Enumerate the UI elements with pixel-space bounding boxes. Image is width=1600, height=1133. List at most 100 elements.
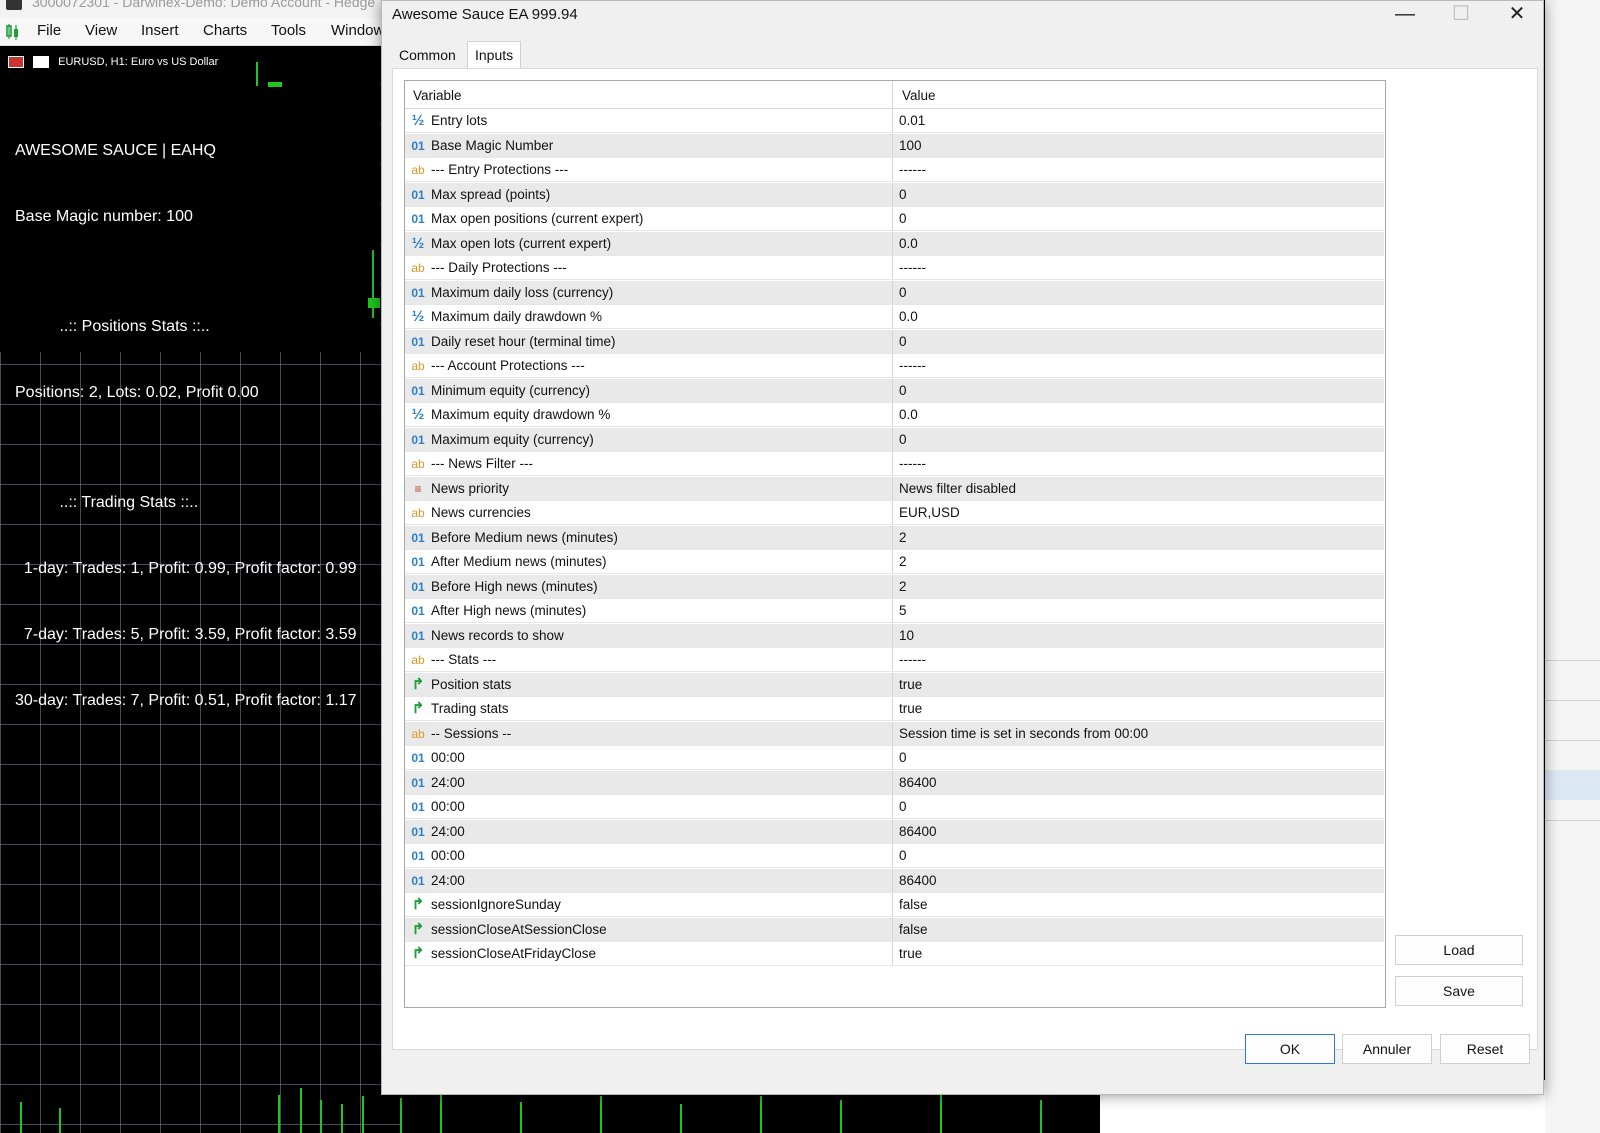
variable-cell[interactable]: ab --- Account Protections --- xyxy=(405,354,893,377)
value-cell[interactable]: 0 xyxy=(894,330,1384,353)
value-cell[interactable]: 0 xyxy=(894,281,1384,304)
variable-cell[interactable]: 01 Max open positions (current expert) xyxy=(405,207,893,230)
dialog-titlebar[interactable]: Awesome Sauce EA 999.94 — ☐ ✕ xyxy=(382,1,1543,31)
value-cell[interactable]: 0.0 xyxy=(894,403,1384,426)
ok-button[interactable]: OK xyxy=(1245,1034,1335,1064)
variable-cell[interactable]: 01 Minimum equity (currency) xyxy=(405,378,893,402)
column-header-value[interactable]: Value xyxy=(902,88,936,103)
variable-cell[interactable]: ↱ sessionIgnoreSunday xyxy=(405,893,893,916)
value-cell[interactable]: News filter disabled xyxy=(894,477,1384,500)
table-row[interactable]: ↱ sessionCloseAtFridayClose true xyxy=(405,942,1384,966)
variable-cell[interactable]: 01 Maximum equity (currency) xyxy=(405,427,893,451)
menu-view[interactable]: View xyxy=(85,22,117,39)
value-cell[interactable]: 0 xyxy=(894,183,1384,206)
variable-cell[interactable]: ab -- Sessions -- xyxy=(405,721,893,745)
variable-cell[interactable]: ab --- News Filter --- xyxy=(405,452,893,475)
value-cell[interactable]: 5 xyxy=(894,599,1384,622)
column-header-variable[interactable]: Variable xyxy=(413,88,462,103)
table-row[interactable]: ab News currencies EUR,USD xyxy=(405,501,1384,525)
variable-cell[interactable]: ab --- Entry Protections --- xyxy=(405,158,893,181)
value-cell[interactable]: Session time is set in seconds from 00:0… xyxy=(894,722,1384,745)
value-cell[interactable]: true xyxy=(894,942,1384,965)
value-cell[interactable]: 0.0 xyxy=(894,232,1384,255)
table-row[interactable]: 01 Before Medium news (minutes) 2 xyxy=(405,525,1384,550)
reset-button[interactable]: Reset xyxy=(1440,1034,1530,1064)
value-cell[interactable]: 0 xyxy=(894,207,1384,230)
value-cell[interactable]: false xyxy=(894,918,1384,941)
table-row[interactable]: ab -- Sessions -- Session time is set in … xyxy=(405,721,1384,746)
table-row[interactable]: 01 24:00 86400 xyxy=(405,868,1384,893)
table-row[interactable]: 01 After Medium news (minutes) 2 xyxy=(405,550,1384,574)
variable-cell[interactable]: 01 After High news (minutes) xyxy=(405,599,893,622)
tab-common[interactable]: Common xyxy=(392,42,463,68)
variable-cell[interactable]: ½ Maximum daily drawdown % xyxy=(405,305,893,328)
value-cell[interactable]: 86400 xyxy=(894,869,1384,892)
value-cell[interactable]: 2 xyxy=(894,550,1384,573)
value-cell[interactable]: ------ xyxy=(894,256,1384,279)
load-button[interactable]: Load xyxy=(1395,935,1523,965)
table-row[interactable]: 01 Max spread (points) 0 xyxy=(405,182,1384,207)
table-row[interactable]: 01 24:00 86400 xyxy=(405,819,1384,844)
table-row[interactable]: ≡ News priority News filter disabled xyxy=(405,476,1384,501)
table-row[interactable]: ½ Maximum equity drawdown % 0.0 xyxy=(405,403,1384,427)
value-cell[interactable]: 0 xyxy=(894,379,1384,402)
table-row[interactable]: 01 Maximum daily loss (currency) 0 xyxy=(405,280,1384,305)
variable-cell[interactable]: 01 Maximum daily loss (currency) xyxy=(405,280,893,304)
menu-file[interactable]: File xyxy=(37,22,61,39)
variable-cell[interactable]: ab --- Stats --- xyxy=(405,648,893,671)
menu-window[interactable]: Window xyxy=(331,22,384,39)
value-cell[interactable]: ------ xyxy=(894,158,1384,181)
table-row[interactable]: 01 Minimum equity (currency) 0 xyxy=(405,378,1384,403)
variable-cell[interactable]: ab --- Daily Protections --- xyxy=(405,256,893,279)
cancel-button[interactable]: Annuler xyxy=(1342,1034,1432,1064)
save-button[interactable]: Save xyxy=(1395,976,1523,1006)
menu-charts[interactable]: Charts xyxy=(203,22,247,39)
variable-cell[interactable]: 01 24:00 xyxy=(405,770,893,794)
variable-cell[interactable]: ab News currencies xyxy=(405,501,893,524)
menu-insert[interactable]: Insert xyxy=(141,22,179,39)
table-row[interactable]: 01 Daily reset hour (terminal time) 0 xyxy=(405,329,1384,354)
table-row[interactable]: ab --- News Filter --- ------ xyxy=(405,452,1384,476)
variable-cell[interactable]: ↱ sessionCloseAtSessionClose xyxy=(405,917,893,941)
table-row[interactable]: 01 Max open positions (current expert) 0 xyxy=(405,207,1384,231)
table-row[interactable]: ½ Maximum daily drawdown % 0.0 xyxy=(405,305,1384,329)
table-row[interactable]: ab --- Daily Protections --- ------ xyxy=(405,256,1384,280)
variable-cell[interactable]: ½ Max open lots (current expert) xyxy=(405,231,893,255)
variable-cell[interactable]: 01 24:00 xyxy=(405,819,893,843)
value-cell[interactable]: 0 xyxy=(894,844,1384,867)
table-row[interactable]: 01 00:00 0 xyxy=(405,795,1384,819)
variable-cell[interactable]: 01 00:00 xyxy=(405,844,893,867)
value-cell[interactable]: 0.01 xyxy=(894,109,1384,132)
variable-cell[interactable]: 01 Before Medium news (minutes) xyxy=(405,525,893,549)
value-cell[interactable]: 2 xyxy=(894,526,1384,549)
table-row[interactable]: ↱ Position stats true xyxy=(405,672,1384,697)
variable-cell[interactable]: ↱ sessionCloseAtFridayClose xyxy=(405,942,893,965)
maximize-button[interactable]: ☐ xyxy=(1438,1,1484,29)
variable-cell[interactable]: ≡ News priority xyxy=(405,476,893,500)
value-cell[interactable]: 0.0 xyxy=(894,305,1384,328)
table-row[interactable]: ½ Max open lots (current expert) 0.0 xyxy=(405,231,1384,256)
table-row[interactable]: 01 Before High news (minutes) 2 xyxy=(405,574,1384,599)
variable-cell[interactable]: ↱ Trading stats xyxy=(405,697,893,720)
variable-cell[interactable]: ½ Maximum equity drawdown % xyxy=(405,403,893,426)
value-cell[interactable]: 86400 xyxy=(894,820,1384,843)
value-cell[interactable]: 10 xyxy=(894,624,1384,647)
chart-toolbar-icon[interactable] xyxy=(4,23,22,41)
table-row[interactable]: ↱ sessionIgnoreSunday false xyxy=(405,893,1384,917)
value-cell[interactable]: ------ xyxy=(894,354,1384,377)
table-row[interactable]: 01 24:00 86400 xyxy=(405,770,1384,795)
value-cell[interactable]: ------ xyxy=(894,648,1384,671)
table-row[interactable]: ↱ sessionCloseAtSessionClose false xyxy=(405,917,1384,942)
table-row[interactable]: ab --- Entry Protections --- ------ xyxy=(405,158,1384,182)
value-cell[interactable]: ------ xyxy=(894,452,1384,475)
menu-tools[interactable]: Tools xyxy=(271,22,306,39)
table-row[interactable]: ½ Entry lots 0.01 xyxy=(405,109,1384,133)
variable-cell[interactable]: 01 Base Magic Number xyxy=(405,133,893,157)
table-row[interactable]: 01 00:00 0 xyxy=(405,844,1384,868)
variable-cell[interactable]: 01 Before High news (minutes) xyxy=(405,574,893,598)
variable-cell[interactable]: 01 00:00 xyxy=(405,795,893,818)
tab-inputs[interactable]: Inputs xyxy=(467,41,522,69)
minimize-button[interactable]: — xyxy=(1382,1,1428,29)
table-row[interactable]: 01 News records to show 10 xyxy=(405,623,1384,648)
value-cell[interactable]: 100 xyxy=(894,134,1384,157)
